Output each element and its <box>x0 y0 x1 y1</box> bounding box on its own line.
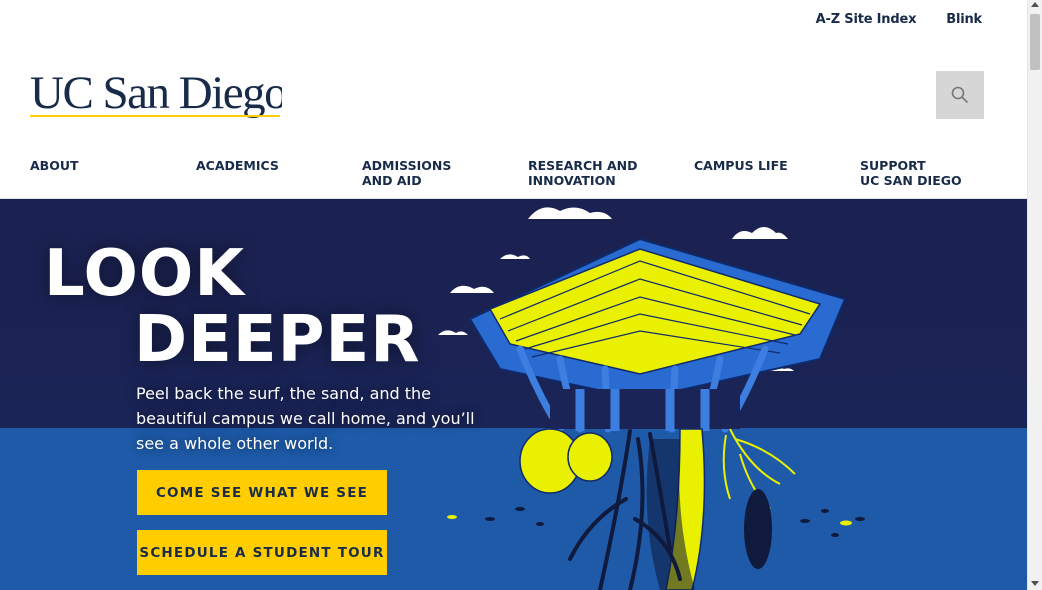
search-icon <box>951 86 969 104</box>
hero-headline-look: LOOK <box>44 237 245 311</box>
vertical-scrollbar[interactable] <box>1027 0 1042 590</box>
logo-text: UC San Diego <box>30 67 282 119</box>
nav-campus-life[interactable]: Campus Life <box>694 158 860 188</box>
come-see-what-we-see-button[interactable]: Come see what we see <box>137 470 387 515</box>
scroll-up-arrow-icon[interactable] <box>1031 2 1039 7</box>
nav-admissions-and-aid[interactable]: Admissions and Aid <box>362 158 528 188</box>
hero-banner: LOOK DEEPER Peel back the surf, the sand… <box>0 199 1027 590</box>
utility-nav: A-Z Site Index Blink <box>816 12 983 27</box>
hero-headline-deeper: DEEPER <box>134 303 421 377</box>
nav-about[interactable]: About <box>30 158 196 188</box>
az-site-index-link[interactable]: A-Z Site Index <box>816 12 917 27</box>
nav-support-uc-san-diego[interactable]: Support UC San Diego <box>860 158 1026 188</box>
blink-link[interactable]: Blink <box>946 12 982 27</box>
geisel-library-illustration <box>438 207 865 590</box>
hero-description: Peel back the surf, the sand, and the be… <box>136 384 475 453</box>
nav-research-and-innovation[interactable]: Research and Innovation <box>528 158 694 188</box>
main-nav: About Academics Admissions and Aid Resear… <box>30 158 1026 188</box>
scroll-down-arrow-icon[interactable] <box>1031 581 1039 586</box>
search-button[interactable] <box>936 71 984 119</box>
schedule-student-tour-button[interactable]: Schedule a student tour <box>137 530 387 575</box>
uc-san-diego-logo[interactable]: UC San Diego <box>30 66 282 120</box>
nav-academics[interactable]: Academics <box>196 158 362 188</box>
scrollbar-thumb[interactable] <box>1030 14 1040 70</box>
